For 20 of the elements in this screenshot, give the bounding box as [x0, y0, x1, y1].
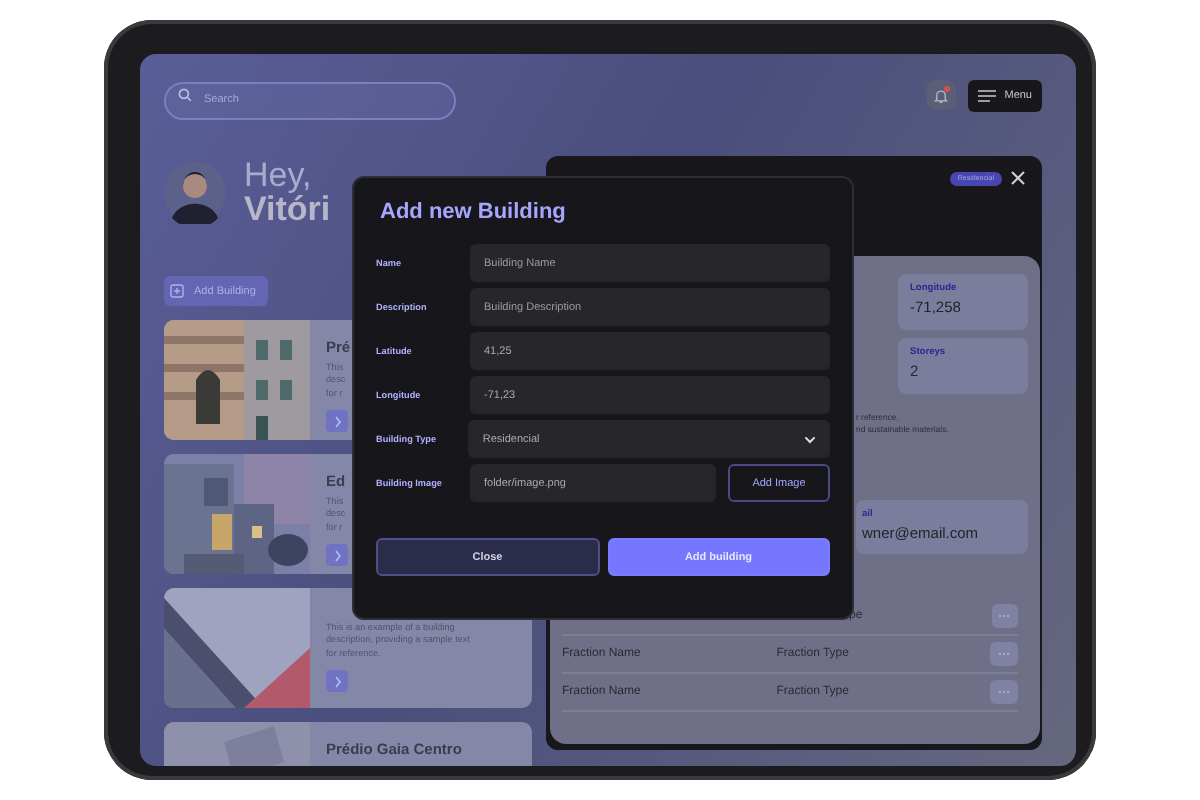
avatar	[164, 161, 226, 223]
bell-icon	[934, 87, 949, 103]
dialog-title: Add new Building	[380, 200, 566, 224]
menu-icon	[978, 89, 997, 101]
notification-button[interactable]	[926, 80, 957, 110]
user-name: Vitóri	[244, 192, 331, 226]
chevron-right-icon	[333, 675, 341, 688]
chevron-down-icon	[804, 435, 816, 443]
more-button[interactable]	[991, 604, 1018, 628]
greeting-text: Hey,	[244, 158, 314, 192]
chevron-right-icon	[333, 415, 341, 428]
search-icon	[178, 88, 192, 102]
chevron-right-icon	[333, 549, 341, 562]
more-button[interactable]	[990, 642, 1018, 666]
open-button[interactable]	[326, 544, 348, 567]
more-button[interactable]	[990, 680, 1018, 704]
close-icon[interactable]	[1010, 170, 1026, 186]
open-button[interactable]	[326, 410, 348, 433]
open-button[interactable]	[326, 670, 348, 693]
plus-icon	[170, 284, 184, 298]
